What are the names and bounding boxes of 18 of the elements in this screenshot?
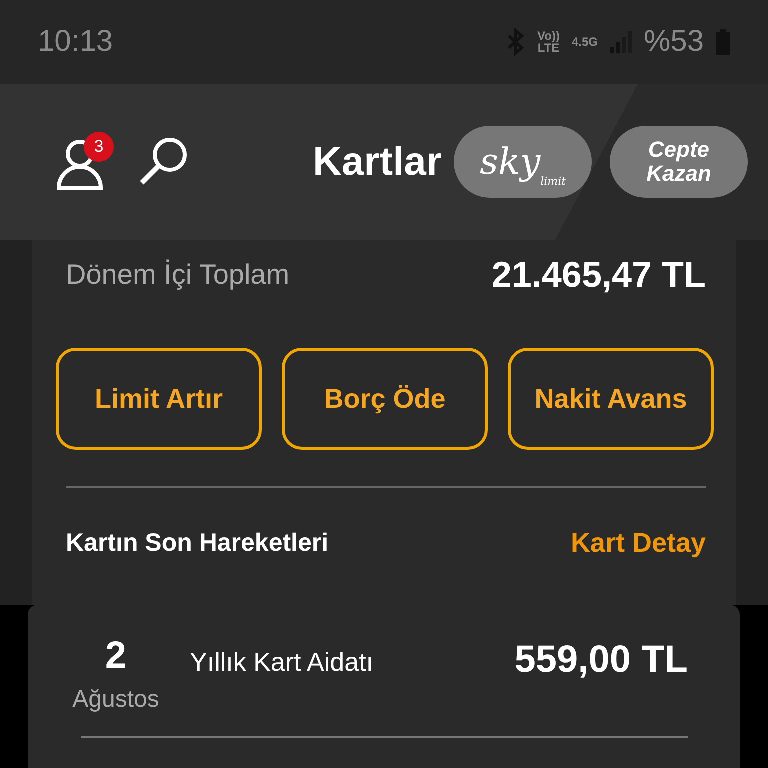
- notification-badge: 3: [84, 132, 114, 162]
- total-amount: 21.465,47 TL: [492, 254, 706, 296]
- transaction-description: Yıllık Kart Aidatı: [190, 647, 375, 678]
- action-button[interactable]: Nakit Avans: [508, 348, 714, 450]
- network-label: Vo)) LTE: [538, 30, 560, 54]
- transaction-amount: 559,00 TL: [514, 639, 688, 682]
- transaction-month: Ağustos: [72, 686, 160, 714]
- battery-percent: %53: [644, 25, 704, 59]
- page-title: Kartlar: [313, 140, 442, 184]
- card-detail-link[interactable]: Kart Detay: [570, 528, 706, 559]
- action-button[interactable]: Borç Öde: [282, 348, 488, 450]
- action-button[interactable]: Limit Artır: [56, 348, 262, 450]
- data-label: 4.5G: [572, 36, 598, 48]
- total-label: Dönem İçi Toplam: [66, 259, 290, 291]
- promo-button[interactable]: Cepte Kazan: [610, 126, 748, 198]
- section-title: Kartın Son Hareketleri: [66, 529, 329, 558]
- transaction-day: 2: [105, 635, 127, 678]
- clock-time: 10:13: [38, 25, 114, 59]
